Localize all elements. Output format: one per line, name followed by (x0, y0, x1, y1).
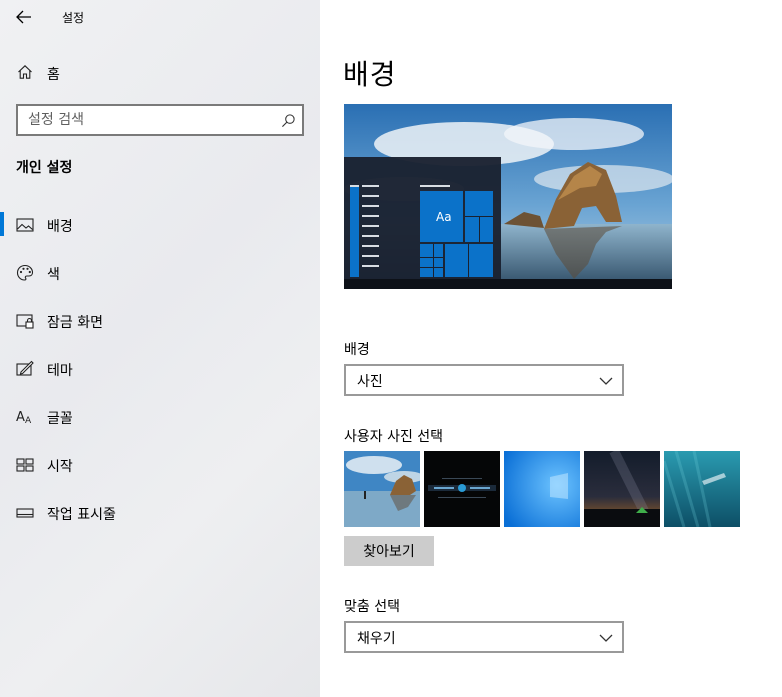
home-icon (18, 65, 32, 79)
svg-text:A: A (25, 416, 32, 426)
section-title: 개인 설정 (16, 160, 73, 176)
theme-icon (16, 360, 34, 376)
lock-screen-icon (16, 314, 34, 329)
home-label: 홈 (47, 67, 60, 83)
sidebar-nav: 배경 색 잠금 화면 테마 A A 글꼴 시작 작업 표시줄 (0, 208, 320, 544)
sidebar-item-theme[interactable]: 테마 (0, 352, 320, 400)
background-dropdown[interactable]: 사진 (344, 364, 624, 396)
sidebar-item-label: 시작 (47, 459, 73, 475)
choose-picture-label: 사용자 사진 선택 (344, 429, 444, 445)
search-box[interactable] (16, 104, 304, 136)
background-label: 배경 (344, 342, 370, 358)
beach-arch-thumbnail[interactable] (344, 451, 420, 527)
fit-label: 맞춤 선택 (344, 599, 400, 615)
search-icon[interactable] (281, 113, 296, 128)
sidebar-item-lock-screen[interactable]: 잠금 화면 (0, 304, 320, 352)
main-content: 배경 Aa 배경 사진 사용자 사진 선택 찾아보기 맞춤 선택 채우기 (320, 0, 782, 697)
sidebar-item-label: 테마 (47, 363, 73, 379)
sidebar-item-taskbar[interactable]: 작업 표시줄 (0, 496, 320, 544)
sidebar-item-fonts[interactable]: A A 글꼴 (0, 400, 320, 448)
desktop-preview: Aa (344, 104, 672, 289)
back-arrow-icon (16, 10, 31, 24)
sidebar-item-label: 글꼴 (47, 411, 73, 427)
sidebar-item-label: 색 (47, 267, 60, 283)
chevron-down-icon (599, 634, 613, 642)
picture-icon (16, 218, 34, 232)
chevron-down-icon (599, 377, 613, 385)
picture-thumbnails (344, 451, 744, 527)
fit-dropdown[interactable]: 채우기 (344, 621, 624, 653)
font-icon: A A (16, 410, 32, 426)
sidebar-item-label: 잠금 화면 (47, 315, 103, 331)
sidebar-item-label: 배경 (47, 219, 73, 235)
svg-text:A: A (16, 410, 25, 425)
preview-tile-text: Aa (436, 210, 452, 224)
palette-icon (16, 264, 34, 281)
sidebar-item-background[interactable]: 배경 (0, 208, 320, 256)
night-sky-thumbnail[interactable] (584, 451, 660, 527)
title-bar: 설정 (0, 0, 320, 34)
background-dropdown-value: 사진 (357, 374, 383, 390)
browse-button[interactable]: 찾아보기 (344, 536, 434, 566)
page-title: 배경 (343, 58, 397, 91)
dark-logo-thumbnail[interactable] (424, 451, 500, 527)
sidebar-item-start[interactable]: 시작 (0, 448, 320, 496)
sidebar-item-color[interactable]: 색 (0, 256, 320, 304)
fit-dropdown-value: 채우기 (357, 631, 396, 647)
search-input[interactable] (26, 110, 276, 130)
taskbar-icon (16, 508, 34, 518)
app-title: 설정 (62, 11, 85, 25)
sidebar: 설정 홈 개인 설정 배경 (0, 0, 320, 697)
back-button[interactable] (10, 5, 38, 29)
start-icon (16, 458, 34, 472)
home-link[interactable]: 홈 (0, 56, 320, 88)
preview-start-menu (344, 157, 501, 279)
underwater-thumbnail[interactable] (664, 451, 740, 527)
sidebar-item-label: 작업 표시줄 (47, 507, 116, 523)
windows-blue-thumbnail[interactable] (504, 451, 580, 527)
